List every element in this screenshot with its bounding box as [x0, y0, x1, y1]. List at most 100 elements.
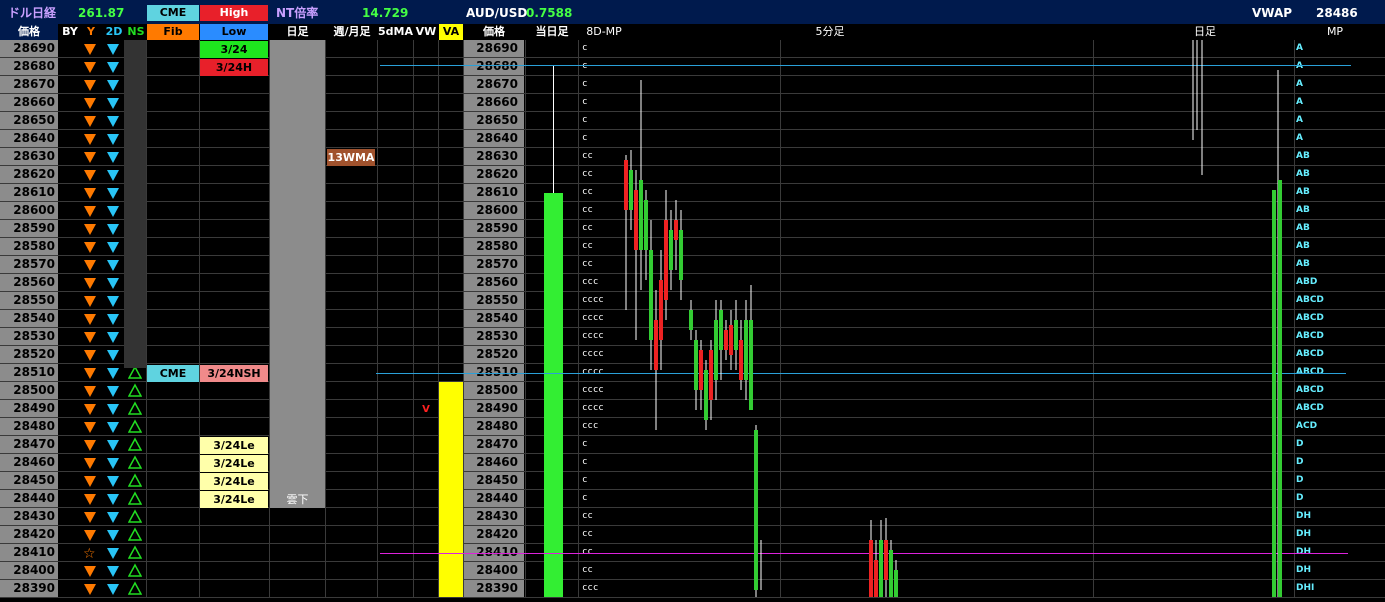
value-area-bar	[439, 382, 463, 597]
price-right-cell: 28530	[464, 328, 524, 345]
market-profile-letters: A	[1296, 97, 1303, 107]
price-left-cell: 28530	[0, 328, 58, 345]
header-by: BY	[62, 25, 78, 38]
orange-down-triangle-icon	[83, 418, 97, 435]
green-up-triangle-outline-icon	[127, 418, 143, 435]
price-right-cell: 28420	[464, 526, 524, 543]
cyan-down-triangle-icon	[106, 508, 120, 525]
header-low: Low	[200, 24, 268, 40]
price-right-cell: 28590	[464, 220, 524, 237]
cyan-down-triangle-icon	[106, 130, 120, 147]
header-price-left: 価格	[0, 24, 58, 40]
orange-down-triangle-icon	[83, 346, 97, 363]
green-up-triangle-outline-icon	[127, 526, 143, 543]
price-left-cell: 28520	[0, 346, 58, 363]
nikkei-label: ドル日経	[8, 6, 57, 20]
green-up-triangle-outline-icon	[127, 490, 143, 507]
orange-down-triangle-icon	[83, 580, 97, 597]
price-right-cell: 28690	[464, 40, 524, 57]
cyan-down-triangle-icon	[106, 76, 120, 93]
orange-down-triangle-icon	[83, 274, 97, 291]
price-right-cell: 28560	[464, 274, 524, 291]
separator	[1093, 40, 1094, 597]
price-right-cell: 28490	[464, 400, 524, 417]
price-right-cell: 28540	[464, 310, 524, 327]
cyan-down-triangle-icon	[106, 184, 120, 201]
price-right-cell: 28610	[464, 184, 524, 201]
price-left-cell: 28490	[0, 400, 58, 417]
price-left-cell: 28410	[0, 544, 58, 561]
cyan-down-triangle-icon	[106, 292, 120, 309]
cyan-down-triangle-icon	[106, 40, 120, 57]
price-left-cell: 28440	[0, 490, 58, 507]
ns-gray-column	[124, 40, 146, 368]
separator	[146, 40, 147, 597]
cyan-down-triangle-icon	[106, 256, 120, 273]
high-header-badge: High	[200, 5, 268, 21]
nt-ratio-label: NT倍率	[276, 6, 319, 20]
price-left-cell: 28480	[0, 418, 58, 435]
header-y: Y	[87, 25, 95, 38]
cyan-down-triangle-icon	[106, 418, 120, 435]
orange-down-triangle-icon	[83, 454, 97, 471]
price-left-cell: 28570	[0, 256, 58, 273]
price-left-cell: 28460	[0, 454, 58, 471]
star-icon: ☆	[83, 544, 97, 562]
market-profile-letters: ABCD	[1296, 331, 1324, 341]
five-minute-candles	[624, 80, 898, 597]
price-right-cell: 28670	[464, 76, 524, 93]
separator	[525, 40, 526, 597]
market-profile-letters: A	[1296, 79, 1303, 89]
orange-down-triangle-icon	[83, 436, 97, 453]
market-profile-letters: A	[1296, 133, 1303, 143]
market-profile-letters: ACD	[1296, 421, 1318, 431]
price-left-cell: 28510	[0, 364, 58, 381]
market-profile-letters: ABD	[1296, 277, 1318, 287]
price-left-cell: 28620	[0, 166, 58, 183]
price-left-cell: 28610	[0, 184, 58, 201]
orange-down-triangle-icon	[83, 328, 97, 345]
cyan-down-triangle-icon	[106, 112, 120, 129]
header-mp: MP	[1326, 25, 1344, 38]
price-left-cell: 28540	[0, 310, 58, 327]
market-profile-letters: DH	[1296, 565, 1312, 575]
header-va: VA	[439, 24, 463, 40]
price-right-cell: 28430	[464, 508, 524, 525]
orange-down-triangle-icon	[83, 526, 97, 543]
price-right-cell: 28550	[464, 292, 524, 309]
orange-down-triangle-icon	[83, 364, 97, 381]
header-8d-mp: 8D-MP	[586, 25, 622, 38]
price-left-cell: 28560	[0, 274, 58, 291]
market-profile-letters: AB	[1296, 241, 1310, 251]
header-today: 当日足	[535, 25, 569, 38]
header-5min: 5分足	[815, 25, 845, 38]
today-candle-wick	[553, 66, 554, 193]
daily-chart	[1192, 40, 1282, 597]
market-profile-letters: ABCD	[1296, 313, 1324, 323]
market-profile-letters: A	[1296, 115, 1303, 125]
price-left-cell: 28640	[0, 130, 58, 147]
market-profile-letters: ABCD	[1296, 403, 1324, 413]
label-kumo-shita: 雲下	[286, 493, 309, 506]
price-left-cell: 28450	[0, 472, 58, 489]
separator	[463, 40, 464, 597]
cyan-down-triangle-icon	[106, 364, 120, 381]
price-right-cell: 28660	[464, 94, 524, 111]
label-3-24le: 3/24Le	[200, 491, 268, 508]
price-left-cell: 28500	[0, 382, 58, 399]
orange-down-triangle-icon	[83, 112, 97, 129]
header-vw: VW	[415, 25, 437, 38]
orange-down-triangle-icon	[83, 148, 97, 165]
market-profile-letters: D	[1296, 457, 1304, 467]
top-info-bar: ドル日経 261.87 CME High NT倍率 14.729 AUD/USD…	[0, 0, 1385, 24]
cyan-down-triangle-icon	[106, 274, 120, 291]
cyan-down-triangle-icon	[106, 544, 120, 561]
orange-down-triangle-icon	[83, 58, 97, 75]
green-up-triangle-outline-icon	[127, 562, 143, 579]
cyan-down-triangle-icon	[106, 94, 120, 111]
price-left-cell: 28590	[0, 220, 58, 237]
price-right-cell: 28500	[464, 382, 524, 399]
header-2d: 2D	[105, 25, 123, 38]
orange-down-triangle-icon	[83, 490, 97, 507]
price-right-cell: 28520	[464, 346, 524, 363]
